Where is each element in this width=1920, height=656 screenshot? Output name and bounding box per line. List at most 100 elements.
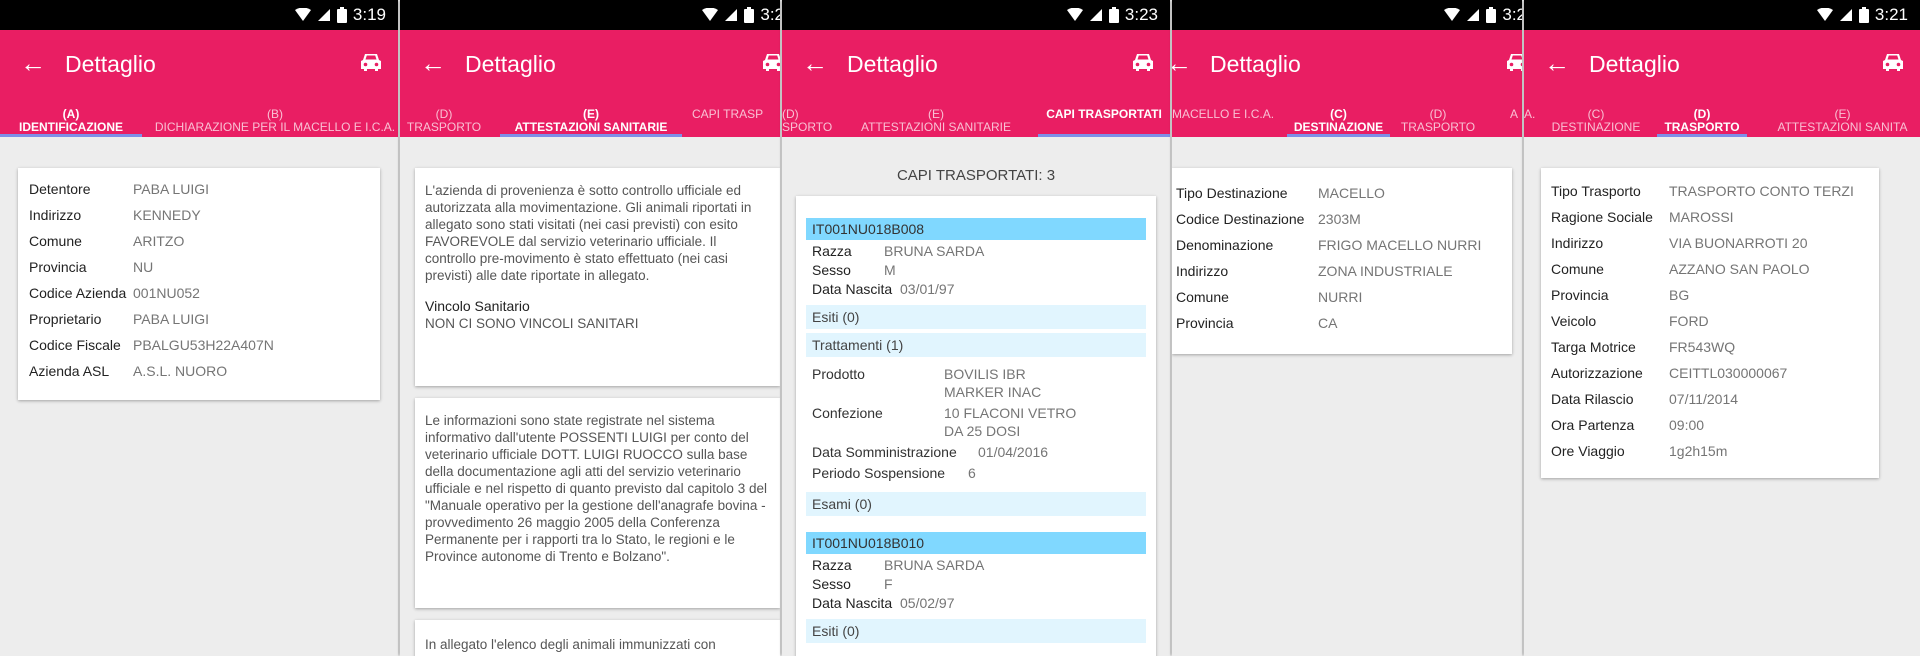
animal-id-bar[interactable]: IT001NU018B010 [806, 532, 1146, 554]
screen-trasporto: 3:21 ← Dettaglio A. (C) DESTINAZIONE (D)… [1524, 0, 1920, 656]
field-row: Provincia NU [29, 259, 154, 275]
status-bar: 3:2 [1172, 0, 1522, 30]
trattamenti-section[interactable]: Trattamenti (1) [806, 333, 1146, 357]
field-row: Provincia BG [1551, 287, 1690, 303]
battery-icon [744, 7, 755, 23]
car-icon[interactable] [762, 52, 780, 72]
back-arrow-icon[interactable]: ← [802, 50, 828, 76]
field-row: Azienda ASL A.S.L. NUORO [29, 363, 228, 379]
field-row: Razza BRUNA SARDA [812, 557, 985, 573]
field-row: Comune NURRI [1176, 289, 1363, 305]
tab-destinazione[interactable]: (C) DESTINAZIONE [1546, 108, 1646, 137]
field-row: Codice Destinazione 2303M [1176, 211, 1361, 227]
field-row: Autorizzazione CEITTL030000067 [1551, 365, 1788, 381]
page-title: Dettaglio [847, 51, 938, 77]
esiti-section[interactable]: Esiti (0) [806, 619, 1146, 643]
back-arrow-icon[interactable]: ← [420, 50, 446, 76]
status-time: 3:2 [760, 5, 780, 24]
tab-trasporto[interactable]: (D) SPORTO [782, 108, 832, 137]
field-row: Codice Azienda 001NU052 [29, 285, 200, 301]
battery-icon [336, 7, 347, 23]
tab-destinazione[interactable]: (C) DESTINAZIONE [1287, 108, 1390, 137]
page-title: Dettaglio [1589, 51, 1680, 77]
car-icon[interactable] [1132, 52, 1154, 72]
tab-attestazioni-sanitarie[interactable]: (E) ATTESTAZIONI SANITARIE [847, 108, 1025, 137]
field-row: Codice Fiscale PBALGU53H22A407N [29, 337, 274, 353]
screen-destinazione: 3:2 ← Dettaglio MACELLO E I.C.A. (C) DES… [1172, 0, 1522, 656]
field-row: Indirizzo ZONA INDUSTRIALE [1176, 263, 1453, 279]
page-title: Dettaglio [1210, 51, 1301, 77]
field-row: Data Nascita 05/02/97 [812, 595, 955, 611]
field-row: Ragione Sociale MAROSSI [1551, 209, 1734, 225]
field-row: Provincia CA [1176, 315, 1338, 331]
field-row: Ore Viaggio 1g2h15m [1551, 443, 1728, 459]
treatment-row: Data Somministrazione 01/04/2016 [812, 444, 1049, 460]
car-icon[interactable] [1506, 52, 1522, 72]
tab-attestazioni-sanitarie[interactable]: (E) ATTESTAZIONI SANITA [1760, 108, 1920, 137]
status-bar: 3:2 [400, 0, 780, 30]
field-row: Proprietario PABA LUIGI [29, 311, 209, 327]
capi-count-title: CAPI TRASPORTATI: 3 [896, 167, 1056, 184]
tab-capi-trasportati[interactable]: CAPI TRASP [692, 108, 780, 137]
registrazione-text: Le informazioni sono state registrate ne… [425, 413, 767, 564]
field-row: Comune AZZANO SAN PAOLO [1551, 261, 1810, 277]
identificazione-card: Detentore PABA LUIGI Indirizzo KENNEDY Com… [18, 168, 380, 400]
signal-icon [1839, 9, 1852, 21]
tab-attestazioni-sanitarie[interactable]: (E) ATTESTAZIONI SANITARIE [500, 108, 682, 137]
back-arrow-icon[interactable]: ← [20, 50, 46, 76]
status-bar: 3:21 [1524, 0, 1920, 30]
field-row: Data Nascita 03/01/97 [812, 281, 955, 297]
esami-section[interactable]: Esami (0) [806, 492, 1146, 516]
wifi-icon [702, 8, 719, 21]
field-row: Detentore PABA LUIGI [29, 181, 209, 197]
esiti-section[interactable]: Esiti (0) [806, 305, 1146, 329]
field-row: Veicolo FORD [1551, 313, 1709, 329]
treatment-row: Periodo Sospensione 6 [812, 465, 976, 481]
car-icon[interactable] [1882, 52, 1904, 72]
tab-trasporto[interactable]: (D) TRASPORTO [400, 108, 488, 137]
screen-attestazioni: 3:2 ← Dettaglio (D) TRASPORTO (E) ATTEST… [400, 0, 780, 656]
app-bar: ← Dettaglio (D) SPORTO (E) ATTESTAZIONI … [782, 30, 1170, 137]
signal-icon [317, 9, 330, 21]
page-title: Dettaglio [465, 51, 556, 77]
tab-trasporto[interactable]: (D) TRASPORTO [1657, 108, 1747, 137]
field-row: Tipo Destinazione MACELLO [1176, 185, 1385, 201]
wifi-icon [1816, 8, 1833, 21]
status-time: 3:19 [352, 5, 386, 24]
attestazione-card: L'azienda di provenienza è sotto control… [415, 168, 780, 386]
back-arrow-icon[interactable]: ← [1172, 50, 1192, 76]
field-row: Data Rilascio 07/11/2014 [1551, 391, 1739, 407]
field-row: Comune ARITZO [29, 233, 185, 249]
status-time: 3:21 [1874, 5, 1908, 24]
status-time: 3:23 [1124, 5, 1158, 24]
field-row: Indirizzo VIA BUONARROTI 20 [1551, 235, 1808, 251]
car-icon[interactable] [360, 52, 382, 72]
app-bar: ← Dettaglio A. (C) DESTINAZIONE (D) TRAS… [1524, 30, 1920, 137]
tab-trasporto[interactable]: (D) TRASPORTO [1398, 108, 1478, 137]
status-bar: 3:23 [782, 0, 1170, 30]
tab-attestazioni[interactable]: A. [1524, 108, 1542, 137]
screen-capi-trasportati: 3:23 ← Dettaglio (D) SPORTO (E) ATTESTAZ… [782, 0, 1170, 656]
vincolo-label: Vincolo Sanitario [425, 298, 530, 314]
animal-id-bar[interactable]: IT001NU018B008 [806, 218, 1146, 240]
field-row: Sesso M [812, 262, 896, 278]
treatment-row: Prodotto BOVILIS IBR MARKER INAC [812, 366, 1042, 400]
status-bar: 3:19 [0, 0, 398, 30]
field-row: Sesso F [812, 576, 893, 592]
field-row: Indirizzo KENNEDY [29, 207, 201, 223]
tab-capi-trasportati[interactable]: CAPI TRASPORTATI [1038, 108, 1170, 137]
battery-icon [1486, 7, 1497, 23]
signal-icon [725, 9, 738, 21]
tab-dichiarazione[interactable]: MACELLO E I.C.A. [1172, 108, 1282, 137]
tab-dichiarazione[interactable]: (B) DICHIARAZIONE PER IL MACELLO E I.C.A… [145, 108, 398, 137]
wifi-icon [294, 8, 311, 21]
capi-card: IT001NU018B008 Razza BRUNA SARDA Sesso M D… [796, 196, 1156, 656]
signal-icon [1089, 9, 1102, 21]
back-arrow-icon[interactable]: ← [1544, 50, 1570, 76]
vincolo-value: NON CI SONO VINCOLI SANITARI [425, 316, 639, 331]
battery-icon [1858, 7, 1869, 23]
tab-identificazione[interactable]: (A) IDENTIFICAZIONE [0, 108, 142, 137]
screen-identificazione: 3:19 ← Dettaglio (A) IDENTIFICAZIONE (B)… [0, 0, 398, 656]
tab-attestazioni-sanitarie[interactable]: A [1510, 108, 1522, 137]
destinazione-card: Tipo Destinazione MACELLO Codice Destinaz… [1172, 168, 1512, 354]
